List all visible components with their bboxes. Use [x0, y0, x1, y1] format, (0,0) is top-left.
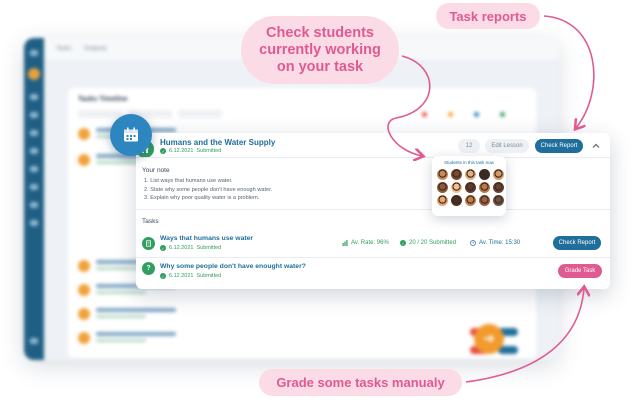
- arrow-to-check-report: [543, 15, 595, 128]
- arrow-to-grade-task: [465, 288, 584, 383]
- arrow-to-students: [387, 55, 431, 156]
- annotation-arrows: [387, 15, 595, 383]
